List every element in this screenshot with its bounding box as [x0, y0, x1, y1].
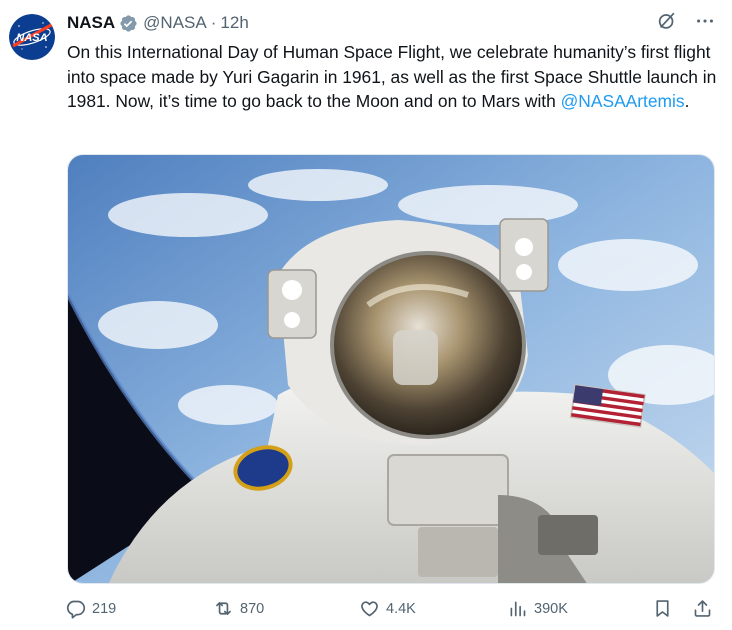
- author-handle[interactable]: @NASA: [143, 13, 207, 33]
- share-button[interactable]: [692, 598, 713, 619]
- repost-count: 870: [240, 600, 265, 617]
- tweet-card[interactable]: NASA NASA @NASA · 12h On this Internatio…: [0, 0, 732, 630]
- like-count: 4.4K: [386, 600, 416, 617]
- author-name[interactable]: NASA: [67, 13, 115, 33]
- mention-link[interactable]: @NASAArtemis: [561, 91, 685, 111]
- views-button[interactable]: 390K: [507, 598, 568, 619]
- reply-button[interactable]: 219: [65, 598, 116, 619]
- reply-icon: [66, 600, 86, 619]
- heart-icon: [361, 601, 378, 617]
- avatar-logo-text: NASA: [16, 32, 47, 44]
- bookmark-icon: [656, 600, 669, 617]
- repost-button[interactable]: 870: [213, 598, 264, 619]
- tweet-header: NASA @NASA · 12h: [67, 12, 249, 34]
- views-chart-icon: [510, 601, 526, 617]
- tweet-text: On this International Day of Human Space…: [67, 40, 717, 114]
- top-actions: [656, 10, 716, 32]
- nasa-avatar[interactable]: NASA: [9, 14, 55, 60]
- bookmark-button[interactable]: [652, 598, 673, 619]
- timestamp[interactable]: 12h: [220, 13, 248, 33]
- grok-icon[interactable]: [656, 10, 678, 32]
- view-count: 390K: [534, 600, 568, 617]
- reply-count: 219: [92, 600, 117, 617]
- astronaut-selfie-image[interactable]: [67, 154, 715, 584]
- repost-icon: [216, 601, 231, 616]
- verified-badge-icon: [119, 14, 138, 33]
- share-icon: [694, 600, 711, 617]
- tweet-text-end: .: [684, 91, 690, 111]
- like-button[interactable]: 4.4K: [359, 598, 416, 619]
- separator-dot: ·: [210, 13, 217, 32]
- more-options-icon[interactable]: [694, 10, 716, 32]
- action-bar: 219 870 4.4K 390K: [65, 598, 717, 626]
